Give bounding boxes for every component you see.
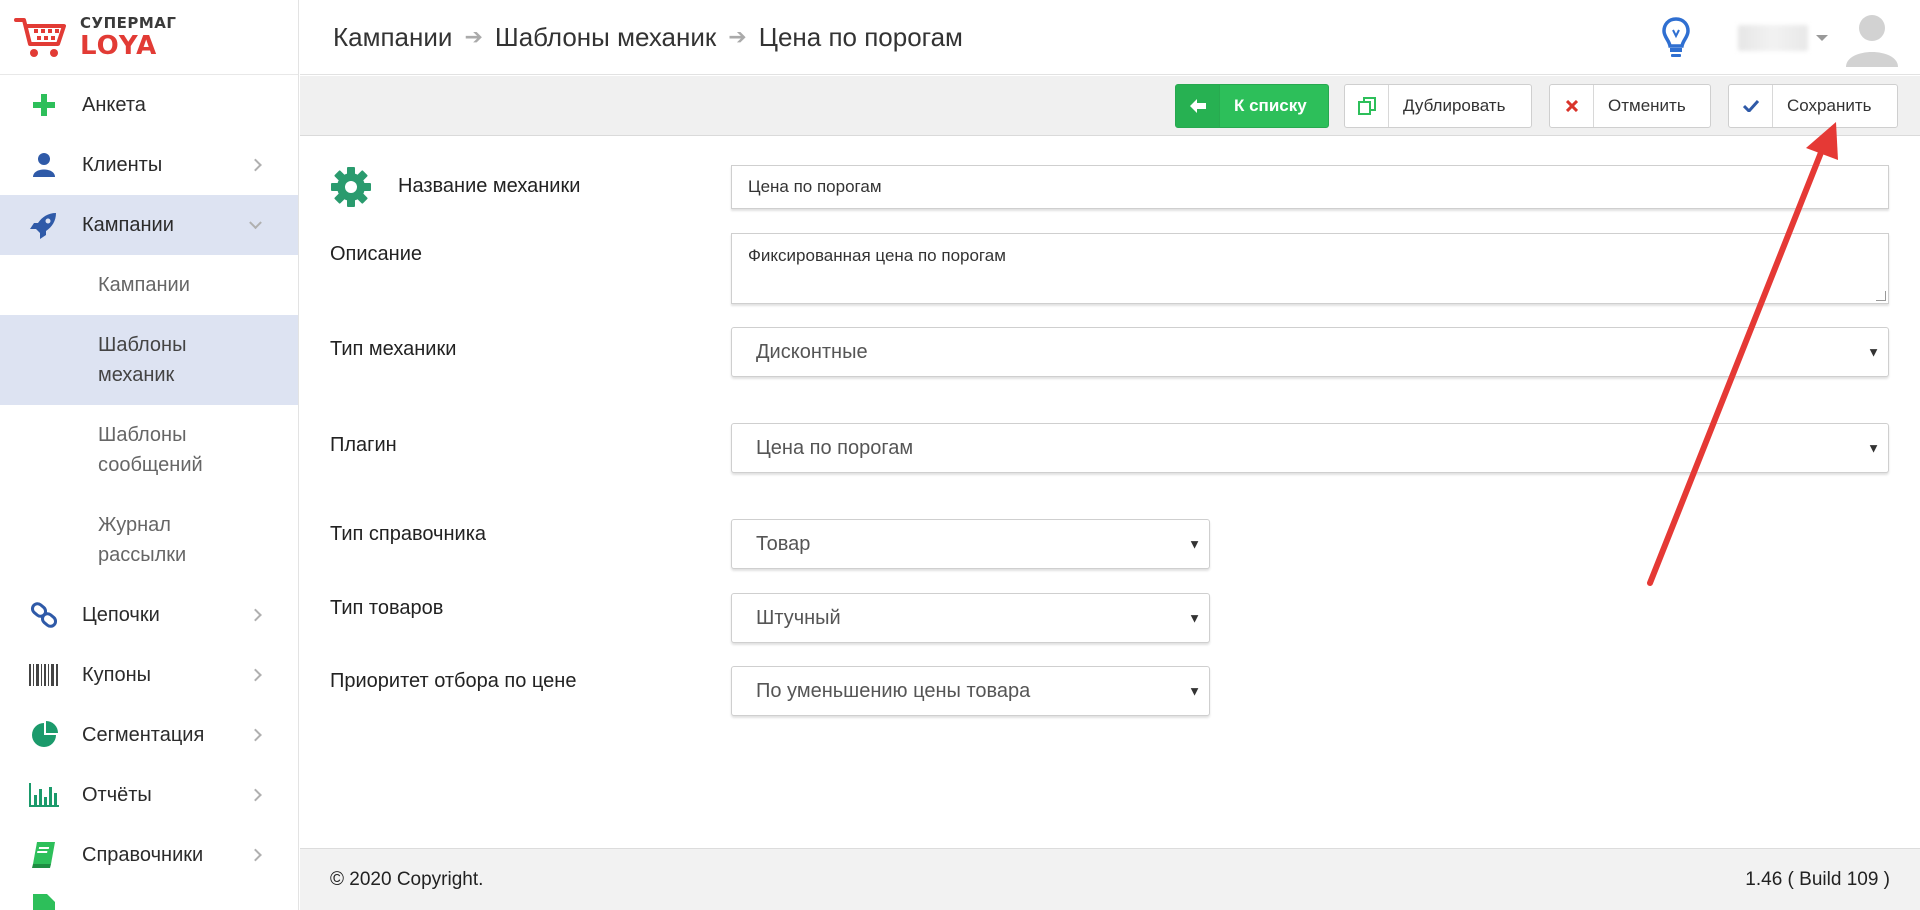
copyright-text: © 2020 Copyright. [330,868,484,890]
sidebar-item-reports[interactable]: Отчёты [0,765,298,825]
sidebar: СУПЕРМАГ LOYA Анкета Клиенты Кампании Ка… [0,0,299,910]
sidebar-item-more[interactable] [0,885,298,910]
chevron-right-icon [249,608,262,622]
lightbulb-icon[interactable] [1662,16,1690,60]
checkmark-icon [1729,85,1773,127]
resize-handle[interactable] [1876,291,1886,301]
caret-down-icon: ▼ [1188,683,1201,699]
bar-chart-icon [28,779,60,811]
avatar[interactable] [1844,9,1900,67]
barcode-icon [28,659,60,691]
duplicate-button[interactable]: Дублировать [1344,84,1532,128]
chevron-right-icon [249,158,262,172]
caret-down-icon: ▼ [1867,344,1880,360]
close-icon [1550,85,1594,127]
caret-down-icon: ▼ [1188,610,1201,626]
sidebar-item-questionnaire[interactable]: Анкета [0,75,298,135]
caret-down-icon: ▼ [1188,536,1201,552]
save-button[interactable]: Сохранить [1728,84,1898,128]
goods-type-label: Тип товаров [330,597,444,619]
breadcrumb-item-current: Цена по порогам [758,21,963,52]
chevron-right-icon [249,848,262,862]
reference-type-select[interactable]: Товар ▼ [731,519,1210,569]
sidebar-subitem-message-templates[interactable]: Шаблоны сообщений [0,405,298,495]
chevron-down-icon [249,216,262,230]
arrow-right-icon: ➔ [464,24,483,49]
mechanic-type-label: Тип механики [330,338,457,360]
chevron-right-icon [249,788,262,802]
description-label: Описание [330,243,423,265]
description-textarea[interactable]: Фиксированная цена по порогам [731,233,1889,304]
sidebar-item-label: Цепочки [82,603,160,626]
sidebar-item-label: Клиенты [82,153,163,176]
sidebar-subitem-label: механик [98,364,175,386]
breadcrumb-item-mechanic-templates[interactable]: Шаблоны механик [495,22,716,53]
sidebar-item-campaigns[interactable]: Кампании [0,195,298,255]
sidebar-subitem-label: Кампании [98,274,190,296]
price-priority-value: По уменьшению цены товара [756,679,1031,702]
header: Кампании ➔ Шаблоны механик ➔ Цена по пор… [300,0,1920,75]
document-icon [28,891,60,910]
reference-type-label: Тип справочника [330,523,487,545]
user-name-blurred[interactable] [1738,24,1808,51]
mechanic-name-input[interactable]: Цена по порогам [731,165,1889,209]
sidebar-subitem-label: Шаблоны [98,334,187,356]
description-text: Фиксированная цена по порогам [748,246,1006,265]
cancel-button[interactable]: Отменить [1549,84,1711,128]
sidebar-subitem-mechanic-templates[interactable]: Шаблоны механик [0,315,298,405]
mechanic-type-select[interactable]: Дисконтные ▼ [731,327,1889,377]
chain-link-icon [28,599,60,631]
sidebar-subitem-label: рассылки [98,544,187,566]
caret-down-icon: ▼ [1867,440,1880,456]
plugin-label: Плагин [330,434,397,456]
footer: © 2020 Copyright. 1.46 ( Build 109 ) [300,848,1920,910]
sidebar-item-label: Сегментация [82,723,205,746]
breadcrumb: Кампании ➔ Шаблоны механик ➔ Цена по пор… [300,22,963,53]
shopping-cart-icon [14,18,66,57]
back-to-list-button[interactable]: К списку [1175,84,1329,128]
goods-type-value: Штучный [756,606,841,629]
chevron-down-icon[interactable] [1816,34,1828,41]
logo-subtitle: LOYA [80,30,158,61]
price-priority-select[interactable]: По уменьшению цены товара ▼ [731,666,1210,716]
sidebar-item-label: Отчёты [82,783,152,806]
breadcrumb-item-campaigns[interactable]: Кампании [333,22,452,53]
copy-icon [1345,85,1389,127]
sidebar-subitem-label: сообщений [98,454,203,476]
price-priority-label: Приоритет отбора по цене [330,670,577,692]
sidebar-item-label: Справочники [82,843,204,866]
plugin-select[interactable]: Цена по порогам ▼ [731,423,1889,473]
gear-icon [331,167,371,207]
sidebar-subitem-mailing-log[interactable]: Журнал рассылки [0,495,298,585]
plus-icon [28,89,60,121]
sidebar-item-clients[interactable]: Клиенты [0,135,298,195]
sidebar-item-chains[interactable]: Цепочки [0,585,298,645]
sidebar-subitem-campaigns[interactable]: Кампании [0,255,298,315]
toolbar: К списку Дублировать Отменить Сохранить [300,76,1920,136]
arrow-right-icon: ➔ [728,24,747,49]
version-text: 1.46 ( Build 109 ) [1745,868,1890,890]
sidebar-item-coupons[interactable]: Купоны [0,645,298,705]
sidebar-item-label: Анкета [82,93,146,116]
chevron-right-icon [249,668,262,682]
sidebar-item-directories[interactable]: Справочники [0,825,298,885]
sidebar-subitem-label: Журнал [98,514,171,536]
mechanic-name-label: Название механики [398,175,581,197]
logo-title: СУПЕРМАГ [80,13,177,32]
user-icon [28,149,60,181]
mechanic-type-value: Дисконтные [756,340,868,363]
plugin-value: Цена по порогам [756,436,914,459]
goods-type-select[interactable]: Штучный ▼ [731,593,1210,643]
sidebar-subitem-label: Шаблоны [98,424,187,446]
logo[interactable]: СУПЕРМАГ LOYA [0,0,298,75]
sidebar-item-segmentation[interactable]: Сегментация [0,705,298,765]
sidebar-item-label: Купоны [82,663,152,686]
book-icon [28,839,60,871]
sidebar-item-label: Кампании [82,213,174,236]
chevron-right-icon [249,728,262,742]
reference-type-value: Товар [756,532,811,555]
pie-chart-icon [28,719,60,751]
rocket-icon [28,209,60,241]
arrow-left-icon [1176,85,1220,127]
